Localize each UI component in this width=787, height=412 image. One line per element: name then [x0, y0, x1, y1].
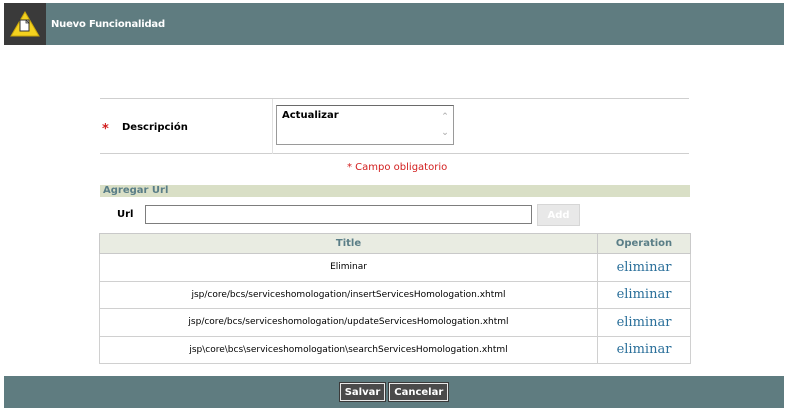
textarea-scrollbar[interactable]: ⌃ ⌄ [439, 109, 451, 143]
add-url-button[interactable]: Add [537, 204, 580, 226]
row-title: jsp/core/bcs/serviceshomologation/update… [99, 308, 598, 337]
row-title: jsp\core\bcs\serviceshomologation\search… [99, 335, 598, 364]
required-marker: * [102, 122, 109, 137]
row-divider [272, 99, 273, 154]
eliminar-link[interactable]: eliminar [597, 335, 691, 364]
descripcion-value: Actualizar [282, 110, 339, 121]
row-title: Eliminar [99, 253, 598, 282]
scroll-down-icon[interactable]: ⌄ [439, 125, 451, 141]
eliminar-link[interactable]: eliminar [597, 253, 691, 282]
dialog-title: Nuevo Funcionalidad [51, 18, 165, 30]
url-row: Url Add [100, 197, 690, 233]
url-input[interactable] [145, 205, 532, 224]
add-url-section-title: Agregar Url [100, 185, 690, 197]
dialog-header: Nuevo Funcionalidad [4, 3, 784, 45]
table-row: jsp\core\bcs\serviceshomologation\search… [99, 335, 691, 364]
scroll-up-icon[interactable]: ⌃ [439, 109, 451, 125]
table-row: jsp/core/bcs/serviceshomologation/update… [99, 308, 691, 337]
warning-icon-box [4, 3, 46, 45]
column-header-title: Title [99, 233, 598, 254]
cancel-button[interactable]: Cancelar [388, 382, 450, 402]
url-table: Title Operation Eliminar eliminar jsp/co… [99, 233, 691, 364]
table-row: Eliminar eliminar [99, 253, 691, 282]
url-label: Url [117, 209, 134, 220]
column-header-operation: Operation [597, 233, 691, 254]
table-header-row: Title Operation [99, 233, 691, 254]
row-title: jsp/core/bcs/serviceshomologation/insert… [99, 280, 598, 309]
table-row: jsp/core/bcs/serviceshomologation/insert… [99, 280, 691, 309]
descripcion-row: * Descripción Actualizar ⌃ ⌄ [100, 98, 689, 154]
warning-document-icon [10, 11, 40, 37]
eliminar-link[interactable]: eliminar [597, 308, 691, 337]
dialog-footer: Salvar Cancelar [4, 376, 784, 408]
save-button[interactable]: Salvar [338, 382, 387, 402]
descripcion-textarea[interactable]: Actualizar ⌃ ⌄ [276, 105, 454, 145]
eliminar-link[interactable]: eliminar [597, 280, 691, 309]
required-note: * Campo obligatorio [347, 162, 448, 173]
descripcion-label: Descripción [122, 122, 188, 133]
